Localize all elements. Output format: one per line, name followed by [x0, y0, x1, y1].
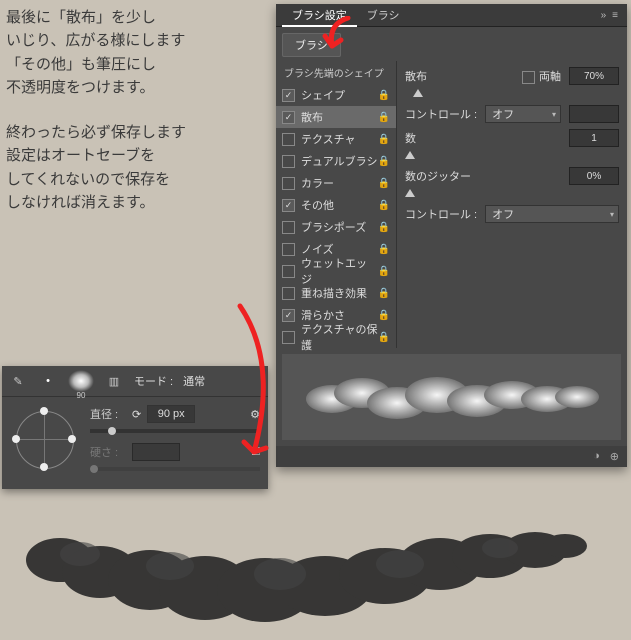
- chevron-down-icon: ▾: [552, 110, 556, 119]
- option-wet-edge[interactable]: ウェットエッジ🔒: [276, 260, 396, 282]
- checkbox-off-icon[interactable]: [282, 177, 295, 190]
- lock-icon[interactable]: 🔒: [378, 200, 390, 211]
- diameter-label: 直径 :: [90, 406, 126, 422]
- brush-toolbar: ✎ • 90 ▥ モード : 通常 直径 : ⟳ 90 px ⚙ 硬さ :: [2, 366, 268, 489]
- new-preset-icon[interactable]: ⊕: [610, 450, 619, 463]
- count-jitter-slider[interactable]: [405, 191, 619, 197]
- option-protect-texture[interactable]: テクスチャの保護🔒: [276, 326, 396, 348]
- lock-icon[interactable]: 🔒: [378, 288, 390, 299]
- subtab-brushes[interactable]: ブラシ: [282, 33, 341, 57]
- instr-line: いじり、広がる様にします: [6, 32, 185, 49]
- count-slider[interactable]: [405, 153, 619, 159]
- brush-settings-panel: ブラシ設定 ブラシ » ≡ ブラシ ブラシ先端のシェイプ ✓シェイプ🔒 ✓散布🔒…: [276, 4, 627, 467]
- brush-preview: [282, 354, 621, 440]
- control-label: コントロール :: [405, 106, 477, 122]
- option-color[interactable]: カラー🔒: [276, 172, 396, 194]
- checkbox-off-icon[interactable]: [282, 243, 295, 256]
- panel-toggle-icon[interactable]: ▥: [104, 371, 124, 391]
- gear-icon[interactable]: ⚙: [250, 408, 260, 421]
- checkbox-off-icon[interactable]: [282, 331, 295, 344]
- both-axes-checkbox[interactable]: 両軸: [522, 68, 561, 84]
- toggle-preview-icon[interactable]: ◑: [593, 450, 600, 463]
- option-other[interactable]: ✓その他🔒: [276, 194, 396, 216]
- lock-icon[interactable]: 🔒: [378, 112, 390, 123]
- checkbox-off-icon[interactable]: [282, 133, 295, 146]
- lock-icon[interactable]: 🔒: [378, 332, 390, 343]
- count-jitter-label: 数のジッター: [405, 168, 561, 184]
- menu-icon[interactable]: ≡: [609, 10, 621, 21]
- lock-icon[interactable]: 🔒: [378, 134, 390, 145]
- checkbox-off-icon[interactable]: [282, 221, 295, 234]
- lock-icon[interactable]: 🔒: [378, 156, 390, 167]
- hardness-value: [132, 443, 180, 461]
- option-buildup[interactable]: 重ね描き効果🔒: [276, 282, 396, 304]
- scatter-settings: 散布 両軸 70% コントロール : オフ▾ 数 1 数のジッター 0% コント…: [397, 61, 627, 348]
- checkbox-on-icon[interactable]: ✓: [282, 89, 295, 102]
- instr-line: 「その他」も筆圧にし: [6, 56, 156, 73]
- canvas-stroke-sample: [20, 520, 590, 630]
- control-extra: [569, 105, 619, 123]
- option-scatter[interactable]: ✓散布🔒: [276, 106, 396, 128]
- panel-tabs: ブラシ設定 ブラシ » ≡: [276, 4, 627, 27]
- lock-icon[interactable]: 🔒: [378, 178, 390, 189]
- diameter-value[interactable]: 90 px: [147, 405, 195, 423]
- checkbox-off-icon[interactable]: [282, 265, 295, 278]
- instr-line: 終わったら必ず保存します: [6, 124, 186, 141]
- control-dropdown-2[interactable]: オフ▾: [485, 205, 619, 223]
- brush-options-list: ブラシ先端のシェイプ ✓シェイプ🔒 ✓散布🔒 テクスチャ🔒 デュアルブラシ🔒 カ…: [276, 61, 397, 348]
- tab-brush-settings[interactable]: ブラシ設定: [282, 4, 357, 26]
- checkbox-on-icon[interactable]: ✓: [282, 111, 295, 124]
- instr-line: 設定はオートセーブを: [6, 147, 155, 164]
- brush-tip-shape-header[interactable]: ブラシ先端のシェイプ: [276, 61, 396, 84]
- checkbox-off-icon[interactable]: [282, 155, 295, 168]
- option-brush-pose[interactable]: ブラシポーズ🔒: [276, 216, 396, 238]
- control-label2: コントロール :: [405, 206, 477, 222]
- checkbox-on-icon[interactable]: ✓: [282, 309, 295, 322]
- hardness-slider: [90, 467, 260, 471]
- count-value[interactable]: 1: [569, 129, 619, 147]
- brush-tool-icon[interactable]: ✎: [8, 371, 28, 391]
- scatter-label: 散布: [405, 68, 514, 84]
- option-dual-brush[interactable]: デュアルブラシ🔒: [276, 150, 396, 172]
- lock-icon[interactable]: 🔒: [378, 222, 390, 233]
- checkbox-on-icon[interactable]: ✓: [282, 199, 295, 212]
- count-jitter-value[interactable]: 0%: [569, 167, 619, 185]
- hardness-label: 硬さ :: [90, 444, 126, 460]
- lock-icon[interactable]: 🔒: [378, 310, 390, 321]
- angle-picker[interactable]: [10, 405, 80, 475]
- scatter-slider[interactable]: [405, 91, 619, 97]
- lock-icon[interactable]: 🔒: [378, 90, 390, 101]
- option-texture[interactable]: テクスチャ🔒: [276, 128, 396, 150]
- control-dropdown[interactable]: オフ▾: [485, 105, 561, 123]
- count-label: 数: [405, 130, 561, 146]
- collapse-icon[interactable]: »: [598, 10, 610, 21]
- panel-footer: ◑ ⊕: [276, 446, 627, 467]
- instr-line: 不透明度をつけます。: [6, 79, 155, 96]
- save-preset-icon[interactable]: ⏍: [252, 446, 260, 459]
- reset-icon[interactable]: ⟳: [132, 408, 141, 421]
- scatter-value[interactable]: 70%: [569, 67, 619, 85]
- lock-icon[interactable]: 🔒: [378, 244, 390, 255]
- checkbox-off-icon[interactable]: [282, 287, 295, 300]
- tab-brushes[interactable]: ブラシ: [357, 4, 410, 26]
- preview-stroke-icon: [302, 369, 602, 425]
- brush-thumbnail[interactable]: 90: [68, 370, 94, 392]
- lock-icon[interactable]: 🔒: [378, 266, 390, 277]
- option-shape[interactable]: ✓シェイプ🔒: [276, 84, 396, 106]
- instr-line: 最後に「散布」を少し: [6, 9, 156, 26]
- instruction-text: 最後に「散布」を少し いじり、広がる様にします 「その他」も筆圧にし 不透明度を…: [6, 6, 186, 236]
- instr-line: しなければ消えます。: [6, 194, 155, 211]
- diameter-slider[interactable]: [90, 429, 260, 433]
- mode-label: モード :: [134, 373, 173, 389]
- chevron-down-icon: ▾: [610, 210, 614, 219]
- instr-line: してくれないので保存を: [6, 171, 170, 188]
- mode-value[interactable]: 通常: [183, 373, 205, 389]
